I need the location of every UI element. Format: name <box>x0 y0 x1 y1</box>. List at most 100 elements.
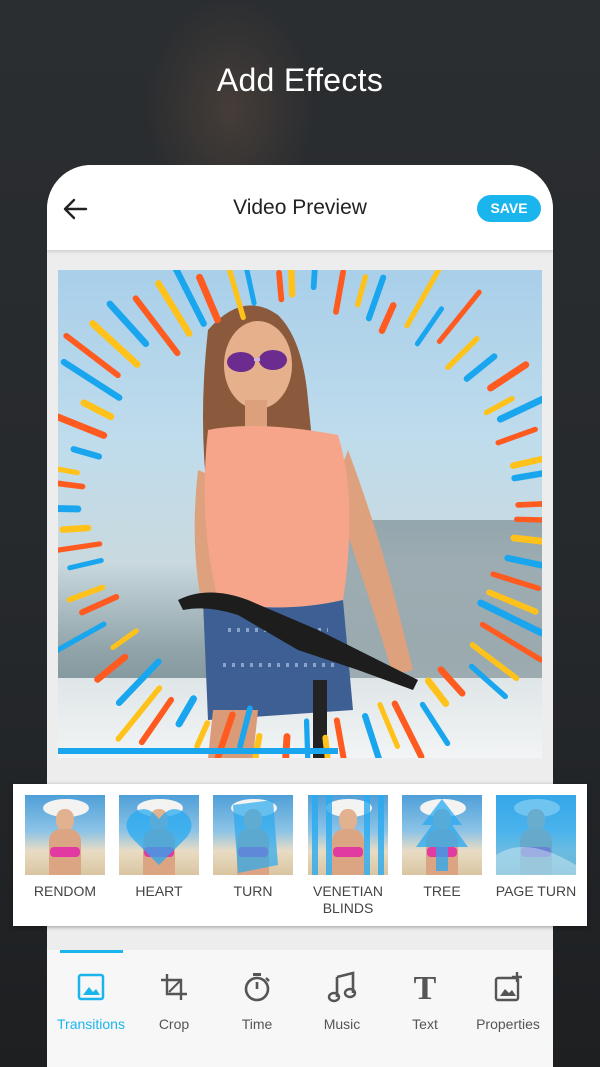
frame-streak <box>70 446 103 460</box>
turn-overlay-icon <box>213 795 293 875</box>
effect-label: PAGE TURN <box>495 883 577 899</box>
frame-streak <box>424 677 450 707</box>
frame-streak <box>244 270 257 306</box>
frame-streak <box>288 270 296 298</box>
tab-time[interactable]: Time <box>215 970 299 1032</box>
frame-streak <box>58 480 86 490</box>
crop-icon <box>132 970 216 1004</box>
frame-streak <box>80 399 115 421</box>
frame-streak <box>509 455 542 469</box>
frame-streak <box>106 300 150 348</box>
frame-streak <box>322 734 331 758</box>
effect-item[interactable]: HEART <box>119 795 199 900</box>
frame-streak <box>504 554 542 569</box>
frame-streak <box>333 270 346 315</box>
effect-item[interactable]: PAGE TURN <box>496 795 576 900</box>
image-icon <box>49 970 133 1004</box>
tab-label: Time <box>241 1016 273 1032</box>
frame-streak <box>445 336 480 371</box>
frame-streak <box>196 273 222 324</box>
frame-streak <box>310 270 318 291</box>
effect-item[interactable]: VENETIAN BLINDS <box>308 795 388 917</box>
promo-headline: Add Effects <box>216 62 384 98</box>
tab-text[interactable]: T Text <box>383 970 467 1032</box>
effect-thumbnail <box>213 795 293 875</box>
frame-streak <box>490 571 542 592</box>
frame-streak <box>436 289 482 344</box>
frame-streak <box>58 466 80 476</box>
tab-properties[interactable]: Properties <box>466 970 550 1032</box>
sunglasses-left-lens <box>227 352 255 372</box>
frame-streak <box>58 413 108 439</box>
music-note-icon <box>300 970 384 1004</box>
effect-item[interactable]: TREE <box>402 795 482 900</box>
sunglasses-right-lens <box>259 350 287 370</box>
frame-streak <box>365 274 387 322</box>
frame-streak <box>58 748 338 754</box>
effects-strip: RENDOM HEART TURN VENETIAN BLINDS TREE PAGE T… <box>13 784 587 926</box>
effect-item[interactable]: TURN <box>213 795 293 900</box>
frame-streak <box>333 717 347 758</box>
frame-streak <box>378 302 397 334</box>
frame-streak <box>58 541 103 553</box>
svg-text:T: T <box>414 971 437 1003</box>
tab-label: Transitions <box>57 1016 125 1032</box>
frame-streak <box>58 621 107 653</box>
active-tab-indicator <box>60 950 123 953</box>
phone-screen: Video Preview SAVE <box>47 165 553 1067</box>
tab-transitions[interactable]: Transitions <box>49 970 133 1032</box>
frame-streak <box>511 470 542 482</box>
frame-streak <box>463 353 498 382</box>
tab-label: Text <box>412 1016 438 1032</box>
frame-streak <box>282 733 291 758</box>
frame-streak <box>510 534 542 545</box>
subject-top <box>204 426 350 608</box>
frame-streak <box>276 270 285 303</box>
frame-streak <box>175 695 197 728</box>
plain-icon <box>25 795 105 875</box>
frame-streak <box>59 524 92 533</box>
frame-streak <box>437 666 466 697</box>
frame-streak <box>79 593 120 616</box>
effect-thumbnail <box>496 795 576 875</box>
tab-crop[interactable]: Crop <box>132 970 216 1032</box>
timer-icon <box>215 970 299 1004</box>
effect-thumbnail <box>25 795 105 875</box>
blinds-overlay-icon <box>308 795 388 875</box>
frame-streak <box>377 702 401 749</box>
effect-thumbnail <box>308 795 388 875</box>
tab-music[interactable]: Music <box>300 970 384 1032</box>
frame-streak <box>361 712 382 758</box>
video-preview[interactable] <box>58 270 542 758</box>
bottom-tab-bar: Transitions Crop Time Music T Text Properties <box>47 950 553 1067</box>
effect-thumbnail <box>402 795 482 875</box>
frame-streak <box>94 653 129 683</box>
frame-streak <box>110 628 139 651</box>
effect-thumbnail <box>119 795 199 875</box>
effect-label: TURN <box>233 883 273 899</box>
text-icon: T <box>383 970 467 1004</box>
frame-streak <box>67 557 104 571</box>
heart-overlay-icon <box>119 795 199 875</box>
frame-streak <box>194 720 211 750</box>
effect-item[interactable]: RENDOM <box>25 795 105 900</box>
add-photo-icon <box>466 970 550 1004</box>
tab-label: Crop <box>158 1016 190 1032</box>
frame-streak <box>391 700 425 758</box>
frame-streak <box>483 395 515 416</box>
frame-streak <box>414 306 445 347</box>
frame-streak <box>419 701 451 747</box>
preview-illustration <box>58 270 542 758</box>
frame-streak <box>468 663 508 700</box>
app-bar: Video Preview SAVE <box>47 165 553 250</box>
frame-streak <box>495 426 538 446</box>
save-button[interactable]: SAVE <box>477 195 541 222</box>
frame-streak <box>355 274 369 308</box>
page-turn-overlay-icon <box>496 795 576 875</box>
tab-label: Properties <box>476 1016 540 1032</box>
frame-streak <box>487 361 530 392</box>
frame-streak <box>58 505 82 513</box>
frame-streak <box>515 501 542 508</box>
frame-streak <box>514 516 542 523</box>
frame-streak <box>66 584 106 603</box>
